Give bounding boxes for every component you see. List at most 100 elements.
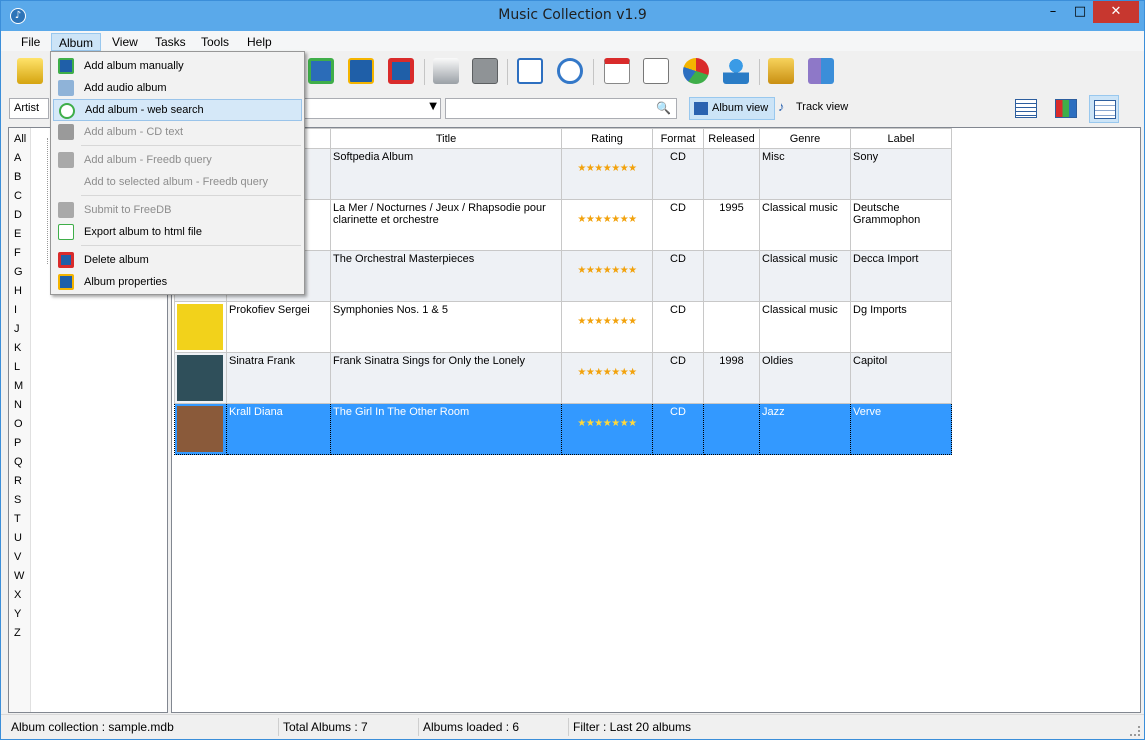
filter-combo[interactable]: ▼ xyxy=(291,98,441,119)
thumbnail-layout-button[interactable] xyxy=(1051,95,1081,123)
rating-stars[interactable]: ★★★★★★★ xyxy=(564,163,650,174)
rating-stars[interactable]: ★★★★★★★ xyxy=(564,265,650,276)
star-icon[interactable]: ★ xyxy=(628,214,637,225)
letter-h[interactable]: H xyxy=(14,285,22,297)
star-icon[interactable]: ★ xyxy=(603,214,612,225)
menu-help[interactable]: Help xyxy=(240,33,279,51)
web-search-icon[interactable] xyxy=(517,58,543,84)
rating-cell[interactable]: ★★★★★★★ xyxy=(561,148,653,200)
star-icon[interactable]: ★ xyxy=(628,367,637,378)
star-icon[interactable]: ★ xyxy=(594,418,603,429)
table-row[interactable]: Sinatra Frank Frank Sinatra Sings for On… xyxy=(174,352,952,404)
menu-add-album-freedb[interactable]: Add album - Freedb query xyxy=(53,149,302,171)
letter-c[interactable]: C xyxy=(14,190,22,202)
menu-add-audio-album[interactable]: Add audio album xyxy=(53,77,302,99)
rating-cell[interactable]: ★★★★★★★ xyxy=(561,301,653,353)
menu-export-html[interactable]: Export album to html file xyxy=(53,221,302,243)
artist-icon[interactable] xyxy=(723,58,749,84)
menu-view[interactable]: View xyxy=(105,33,145,51)
table-row[interactable]: Prokofiev Sergei Symphonies Nos. 1 & 5 ★… xyxy=(174,301,952,353)
letter-q[interactable]: Q xyxy=(14,456,23,468)
chevron-down-icon[interactable]: ▼ xyxy=(429,101,437,112)
search-input[interactable]: 🔍 xyxy=(445,98,677,119)
list-layout-button[interactable] xyxy=(1089,95,1119,123)
list-icon[interactable] xyxy=(643,58,669,84)
rating-stars[interactable]: ★★★★★★★ xyxy=(564,316,650,327)
star-icon[interactable]: ★ xyxy=(594,214,603,225)
star-icon[interactable]: ★ xyxy=(620,316,629,327)
rating-cell[interactable]: ★★★★★★★ xyxy=(561,250,653,302)
calendar-icon[interactable] xyxy=(604,58,630,84)
star-icon[interactable]: ★ xyxy=(620,214,629,225)
artist-filter-field[interactable]: Artist xyxy=(9,98,49,119)
maximize-button[interactable]: □ xyxy=(1067,1,1093,23)
star-icon[interactable]: ★ xyxy=(628,418,637,429)
add-database-icon[interactable] xyxy=(17,58,43,84)
table-row-selected[interactable]: Krall Diana The Girl In The Other Room ★… xyxy=(174,403,952,455)
star-icon[interactable]: ★ xyxy=(577,418,586,429)
rating-stars[interactable]: ★★★★★★★ xyxy=(564,214,650,225)
menu-submit-freedb[interactable]: Submit to FreeDB xyxy=(53,199,302,221)
letter-m[interactable]: M xyxy=(14,380,23,392)
star-icon[interactable]: ★ xyxy=(611,316,620,327)
letter-u[interactable]: U xyxy=(14,532,22,544)
letter-i[interactable]: I xyxy=(14,304,17,316)
column-genre[interactable]: Genre xyxy=(759,128,851,149)
star-icon[interactable]: ★ xyxy=(611,265,620,276)
close-button[interactable]: ✕ xyxy=(1093,1,1139,23)
star-icon[interactable]: ★ xyxy=(620,367,629,378)
letter-b[interactable]: B xyxy=(14,171,21,183)
star-icon[interactable]: ★ xyxy=(577,214,586,225)
delete-album-icon[interactable] xyxy=(388,58,414,84)
letter-e[interactable]: E xyxy=(14,228,21,240)
cd-text-icon[interactable] xyxy=(472,58,498,84)
letter-j[interactable]: J xyxy=(14,323,20,335)
star-icon[interactable]: ★ xyxy=(620,418,629,429)
star-icon[interactable]: ★ xyxy=(603,367,612,378)
print-icon[interactable] xyxy=(433,58,459,84)
letter-all[interactable]: All xyxy=(14,133,26,145)
letter-z[interactable]: Z xyxy=(14,627,21,639)
rating-stars[interactable]: ★★★★★★★ xyxy=(564,367,650,378)
menu-add-to-selected-freedb[interactable]: Add to selected album - Freedb query xyxy=(53,171,302,193)
star-icon[interactable]: ★ xyxy=(577,265,586,276)
letter-w[interactable]: W xyxy=(14,570,24,582)
letter-r[interactable]: R xyxy=(14,475,22,487)
exit-icon[interactable] xyxy=(808,58,834,84)
star-icon[interactable]: ★ xyxy=(603,163,612,174)
star-icon[interactable]: ★ xyxy=(577,367,586,378)
star-icon[interactable]: ★ xyxy=(628,316,637,327)
plugin-icon[interactable] xyxy=(768,58,794,84)
album-view-button[interactable]: Album view xyxy=(689,97,776,120)
letter-a[interactable]: A xyxy=(14,152,21,164)
column-rating[interactable]: Rating xyxy=(561,128,653,149)
menu-add-album-web-search[interactable]: Add album - web search xyxy=(53,99,302,121)
letter-v[interactable]: V xyxy=(14,551,21,563)
star-icon[interactable]: ★ xyxy=(603,265,612,276)
resize-grip[interactable] xyxy=(1130,726,1140,736)
letter-l[interactable]: L xyxy=(14,361,20,373)
rating-cell[interactable]: ★★★★★★★ xyxy=(561,352,653,404)
menu-album-properties[interactable]: Album properties xyxy=(53,271,302,293)
letter-g[interactable]: G xyxy=(14,266,23,278)
star-icon[interactable]: ★ xyxy=(611,214,620,225)
find-icon[interactable] xyxy=(557,58,583,84)
menu-file[interactable]: File xyxy=(14,33,47,51)
menu-add-album-manually[interactable]: Add album manually xyxy=(53,55,302,77)
track-view-button[interactable]: ♪ Track view xyxy=(774,97,854,120)
add-album-icon[interactable] xyxy=(308,58,334,84)
search-icon[interactable]: 🔍 xyxy=(656,101,671,115)
star-icon[interactable]: ★ xyxy=(611,367,620,378)
star-icon[interactable]: ★ xyxy=(620,265,629,276)
letter-y[interactable]: Y xyxy=(14,608,21,620)
column-released[interactable]: Released xyxy=(703,128,760,149)
rating-stars[interactable]: ★★★★★★★ xyxy=(564,418,650,429)
rating-cell[interactable]: ★★★★★★★ xyxy=(561,199,653,251)
menu-tools[interactable]: Tools xyxy=(194,33,236,51)
star-icon[interactable]: ★ xyxy=(611,163,620,174)
menu-add-album-cd-text[interactable]: Add album - CD text xyxy=(53,121,302,143)
letter-n[interactable]: N xyxy=(14,399,22,411)
star-icon[interactable]: ★ xyxy=(577,163,586,174)
edit-album-icon[interactable] xyxy=(348,58,374,84)
column-format[interactable]: Format xyxy=(652,128,704,149)
